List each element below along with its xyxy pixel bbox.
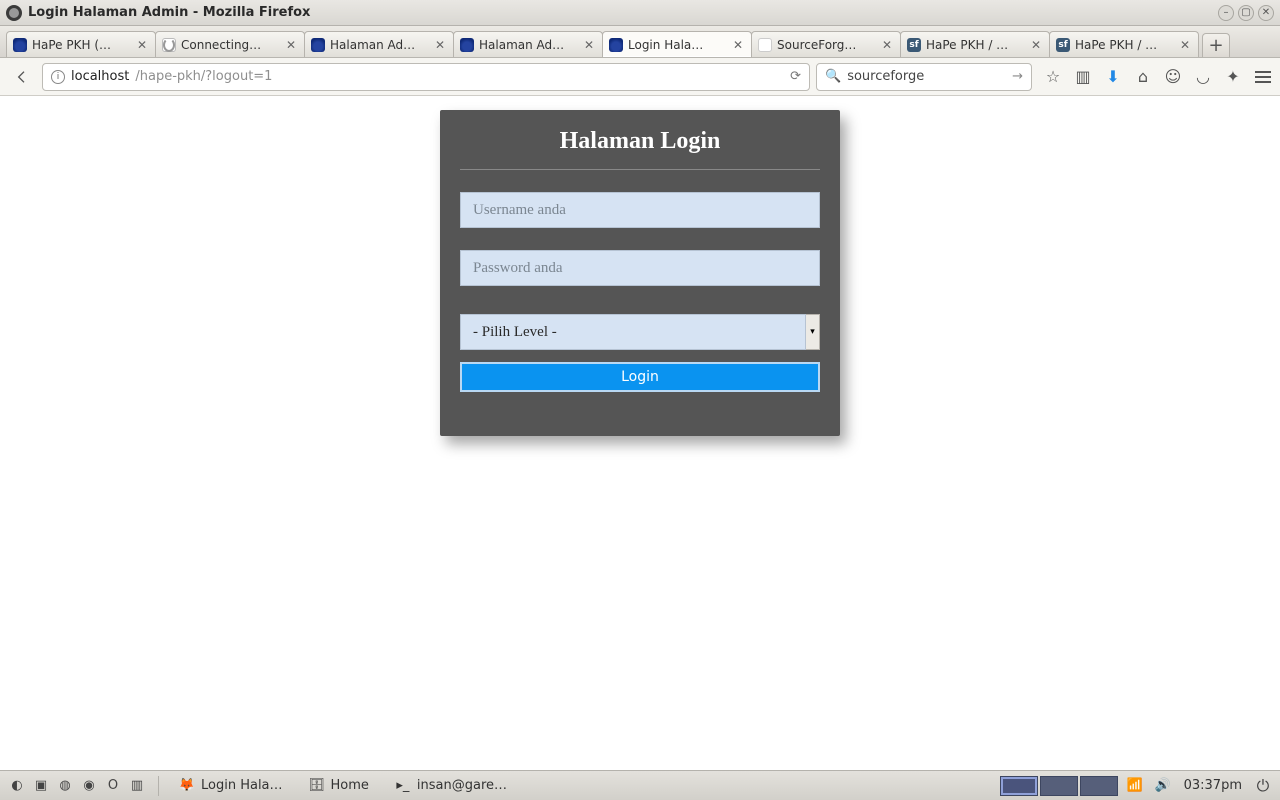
tab-label: HaPe PKH (… [32,38,135,52]
chat-icon[interactable]: ☺ [1164,68,1182,86]
close-tab-icon[interactable]: ✕ [1029,38,1043,52]
toolbar-icons: ☆ ▥ ⬇ ⌂ ☺ ◡ ✦ [1044,68,1272,86]
search-value: sourceforge [847,69,924,84]
sf-icon: sf [1056,38,1070,52]
username-input[interactable]: Username anda [460,192,820,228]
login-heading: Halaman Login [460,124,820,170]
level-select-wrap: - Pilih Level - ▾ [460,314,820,350]
tab-label: Halaman Ad… [330,38,433,52]
tab-login-active[interactable]: Login Hala… ✕ [602,31,752,57]
terminal-icon: ▸_ [395,778,411,794]
tab-halaman-1[interactable]: Halaman Ad… ✕ [304,31,454,57]
workspace-3[interactable] [1080,776,1118,796]
sf-icon: sf [907,38,921,52]
workspace-2[interactable] [1040,776,1078,796]
new-tab-button[interactable]: + [1202,33,1230,57]
window-titlebar: Login Halaman Admin - Mozilla Firefox – … [0,0,1280,26]
task-terminal[interactable]: ▸_ insan@gare… [385,774,517,798]
home-icon[interactable]: ⌂ [1134,68,1152,86]
url-bar[interactable]: i localhost/hape-pkh/?logout=1 ⟳ [42,63,810,91]
addon-icon[interactable]: ✦ [1224,68,1242,86]
tab-connecting[interactable]: Connecting… ✕ [155,31,305,57]
password-input[interactable]: Password anda [460,250,820,286]
tab-label: HaPe PKH / … [926,38,1029,52]
tab-sf-2[interactable]: sf HaPe PKH / … ✕ [1049,31,1199,57]
close-tab-icon[interactable]: ✕ [284,38,298,52]
url-host: localhost [71,69,129,84]
library-icon[interactable]: ▥ [1074,68,1092,86]
login-card: Halaman Login Username anda Password and… [440,110,840,436]
reload-icon[interactable]: ⟳ [790,69,801,84]
tab-hape-pkh[interactable]: HaPe PKH (… ✕ [6,31,156,57]
site-info-icon[interactable]: i [51,70,65,84]
tab-label: SourceForg… [777,38,880,52]
close-tab-icon[interactable]: ✕ [433,38,447,52]
tab-label: Connecting… [181,38,284,52]
gmail-icon: M [758,38,772,52]
close-window-button[interactable]: ✕ [1258,5,1274,21]
quicklaunch: ◐ ▣ ◍ ◉ O ▥ [6,775,148,797]
tab-label: Login Hala… [628,38,731,52]
task-firefox[interactable]: 🦊 Login Hala… [169,774,293,798]
task-label: Home [331,778,369,793]
close-tab-icon[interactable]: ✕ [1178,38,1192,52]
system-tray: 📶 🔊 03:37pm ⏻ [1000,775,1274,797]
tab-strip: HaPe PKH (… ✕ Connecting… ✕ Halaman Ad… … [0,26,1280,58]
bookmark-star-icon[interactable]: ☆ [1044,68,1062,86]
chevron-down-icon[interactable]: ▾ [806,314,820,350]
menu-launcher-icon[interactable]: ◐ [6,775,28,797]
menu-icon[interactable] [1254,68,1272,86]
close-tab-icon[interactable]: ✕ [582,38,596,52]
workspace-pager[interactable] [1000,776,1118,796]
firefox-icon [6,5,22,21]
loading-icon [162,38,176,52]
back-button[interactable] [8,63,36,91]
tab-sourceforge[interactable]: M SourceForg… ✕ [751,31,901,57]
show-desktop-icon[interactable]: ▣ [30,775,52,797]
pocket-icon[interactable]: ◡ [1194,68,1212,86]
wifi-icon[interactable]: 📶 [1124,775,1146,797]
volume-icon[interactable]: 🔊 [1152,775,1174,797]
firefox-launcher-icon[interactable]: ◉ [78,775,100,797]
os-taskbar: ◐ ▣ ◍ ◉ O ▥ 🦊 Login Hala… 🗄 Home ▸_ insa… [0,770,1280,800]
favicon-icon [609,38,623,52]
navigation-toolbar: i localhost/hape-pkh/?logout=1 ⟳ 🔍 sourc… [0,58,1280,96]
tab-label: Halaman Ad… [479,38,582,52]
favicon-icon [13,38,27,52]
favicon-icon [460,38,474,52]
close-tab-icon[interactable]: ✕ [731,38,745,52]
close-tab-icon[interactable]: ✕ [135,38,149,52]
terminal-launcher-icon[interactable]: ▥ [126,775,148,797]
close-tab-icon[interactable]: ✕ [880,38,894,52]
browser-icon[interactable]: ◍ [54,775,76,797]
task-label: Login Hala… [201,778,283,793]
search-icon: 🔍 [825,69,841,84]
workspace-1[interactable] [1000,776,1038,796]
login-button[interactable]: Login [460,362,820,392]
page-viewport: Halaman Login Username anda Password and… [0,96,1280,770]
task-label: insan@gare… [417,778,507,793]
clock[interactable]: 03:37pm [1180,778,1246,793]
level-select[interactable]: - Pilih Level - [460,314,806,350]
task-files[interactable]: 🗄 Home [299,774,379,798]
tab-label: HaPe PKH / … [1075,38,1178,52]
maximize-button[interactable]: ▢ [1238,5,1254,21]
search-bar[interactable]: 🔍 sourceforge → [816,63,1032,91]
favicon-icon [311,38,325,52]
power-icon[interactable]: ⏻ [1252,775,1274,797]
tab-sf-1[interactable]: sf HaPe PKH / … ✕ [900,31,1050,57]
opera-icon[interactable]: O [102,775,124,797]
search-go-icon[interactable]: → [1012,69,1023,84]
firefox-icon: 🦊 [179,778,195,794]
window-controls: – ▢ ✕ [1218,5,1274,21]
arrow-left-icon [14,69,30,85]
tab-halaman-2[interactable]: Halaman Ad… ✕ [453,31,603,57]
files-icon: 🗄 [309,778,325,794]
separator [158,776,159,796]
downloads-icon[interactable]: ⬇ [1104,68,1122,86]
url-path: /hape-pkh/?logout=1 [135,69,272,84]
window-title: Login Halaman Admin - Mozilla Firefox [28,5,310,20]
minimize-button[interactable]: – [1218,5,1234,21]
